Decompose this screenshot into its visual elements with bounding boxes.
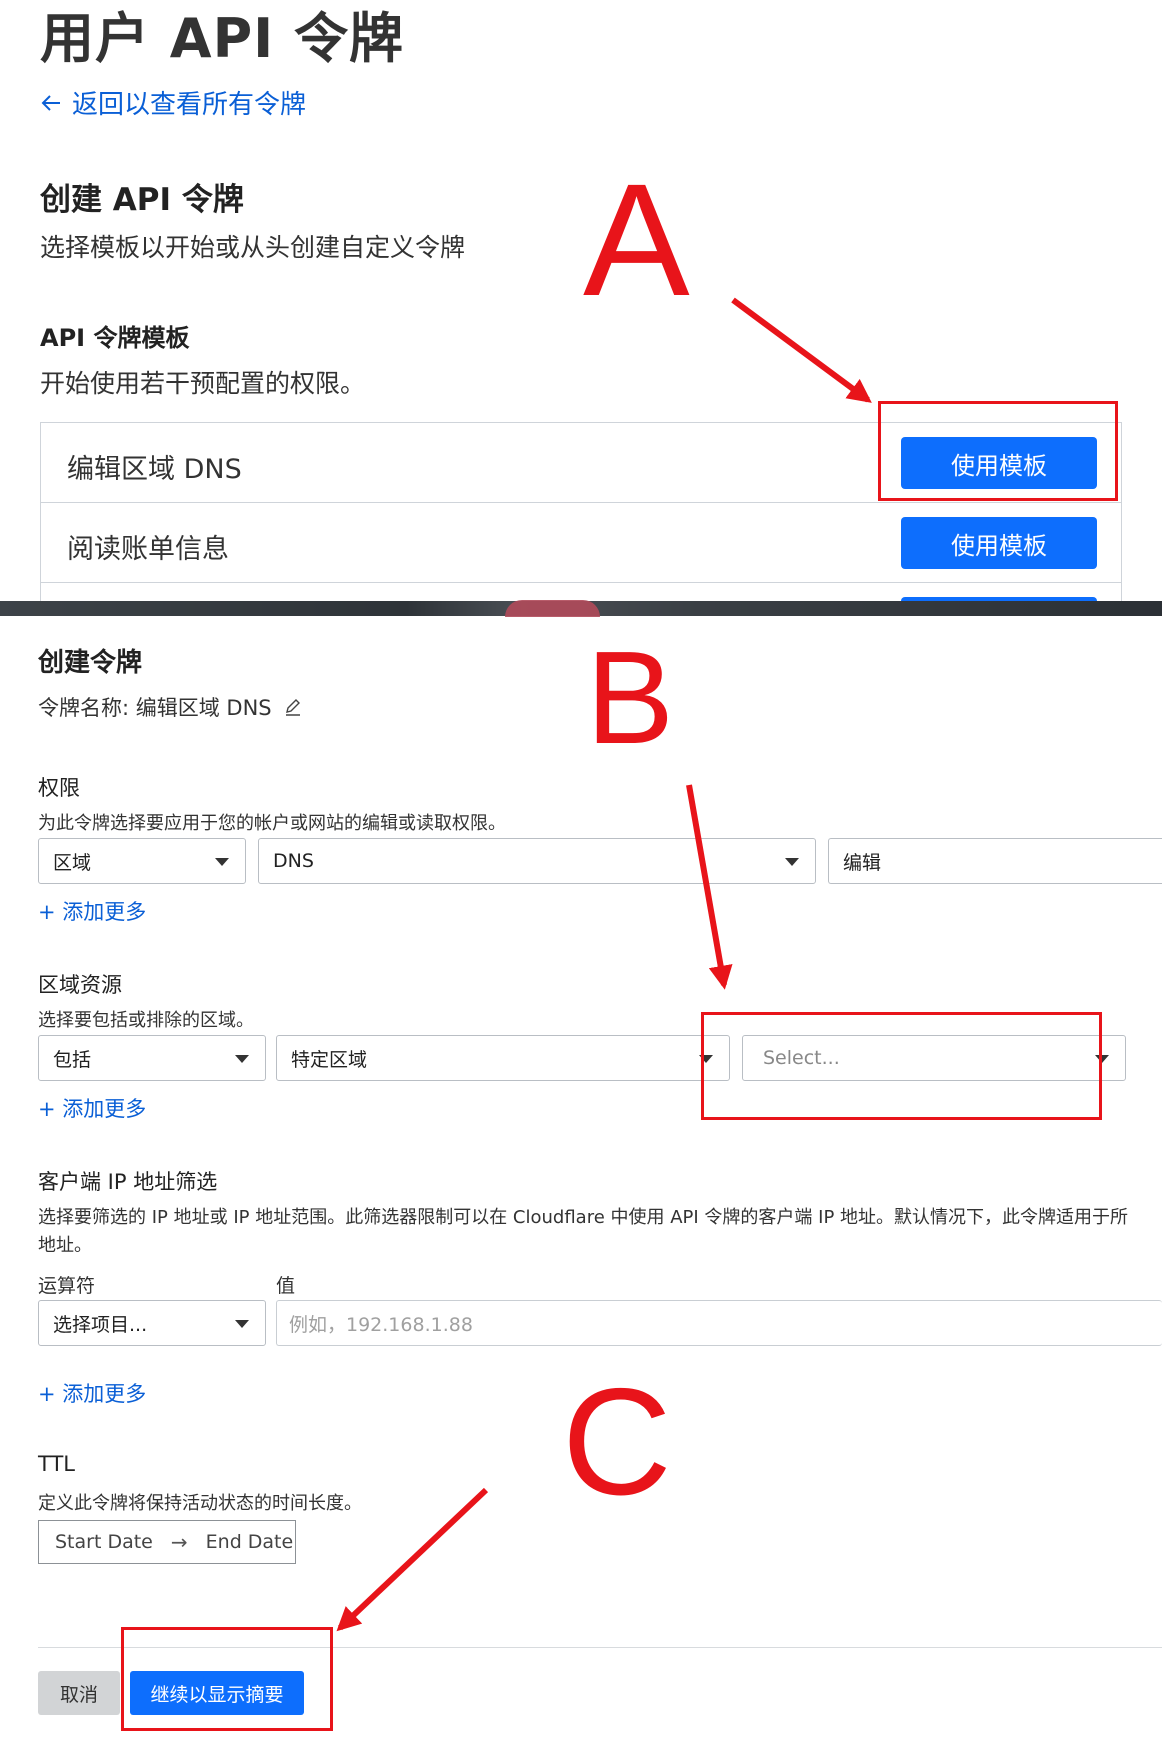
annotation-arrow-a [731,297,872,403]
add-zone-resource-link[interactable]: + 添加更多 [38,1093,146,1123]
annotation-box-use-template [878,401,1118,501]
zone-type-select[interactable]: 特定区域 [276,1035,730,1081]
back-link-label: 返回以查看所有令牌 [72,90,307,120]
annotation-arrow-b [686,784,733,990]
permission-resource-select[interactable]: DNS [258,838,816,884]
ip-operator-select[interactable]: 选择项目... [38,1300,266,1346]
template-row: 阅读账单信息 使用模板 [41,503,1121,583]
permission-scope-select[interactable]: 区域 [38,838,246,884]
chevron-down-icon [235,1055,249,1063]
annotation-letter-c: C [562,1357,672,1527]
annotation-box-zone-select [701,1012,1102,1120]
templates-heading: API 令牌模板 [40,324,190,352]
ttl-date-range-picker[interactable]: Start Date → End Date [38,1520,296,1564]
template-name: 阅读账单信息 [67,534,229,565]
start-date-field[interactable]: Start Date [55,1531,153,1553]
token-name-text: 令牌名称: 编辑区域 DNS [38,696,272,720]
use-template-button[interactable]: 使用模板 [901,517,1097,569]
create-token-subtitle: 选择模板以开始或从头创建自定义令牌 [40,233,466,262]
permission-scope-value: 区域 [53,851,92,874]
ip-operator-placeholder: 选择项目... [53,1313,148,1336]
permission-access-select[interactable]: 编辑 [828,838,1162,884]
add-ip-filter-link[interactable]: + 添加更多 [38,1378,146,1408]
ttl-description: 定义此令牌将保持活动状态的时间长度。 [38,1493,362,1514]
edit-pencil-icon[interactable] [284,698,302,716]
annotation-box-continue [121,1627,333,1731]
divider-artwork [505,600,600,617]
annotation-letter-a: A [583,150,690,329]
ttl-label: TTL [38,1452,75,1476]
zone-include-select[interactable]: 包括 [38,1035,266,1081]
permission-resource-value: DNS [273,850,314,872]
value-label: 值 [276,1275,296,1297]
chevron-down-icon [215,858,229,866]
permission-access-value: 编辑 [843,851,882,874]
cancel-button[interactable]: 取消 [38,1671,120,1715]
add-permission-link[interactable]: + 添加更多 [38,896,146,926]
end-date-field[interactable]: End Date [206,1531,294,1553]
ip-value-input[interactable]: 例如，192.168.1.88 [276,1300,1162,1346]
ip-filter-label: 客户端 IP 地址筛选 [38,1170,218,1194]
annotation-letter-b: B [586,624,675,771]
token-name-line: 令牌名称: 编辑区域 DNS [38,692,302,722]
ip-value-placeholder: 例如，192.168.1.88 [289,1313,473,1336]
ip-filter-description: 选择要筛选的 IP 地址或 IP 地址范围。此筛选器限制可以在 Cloudfla… [38,1207,1129,1228]
arrow-right-icon: → [170,1530,188,1554]
create-token-title: 创建令牌 [38,648,143,678]
zone-type-value: 特定区域 [291,1048,368,1071]
zone-resources-label: 区域资源 [38,973,122,997]
template-name: 编辑区域 DNS [67,454,242,485]
chevron-down-icon [235,1320,249,1328]
arrow-left-icon [41,94,60,111]
create-token-heading: 创建 API 令牌 [40,182,244,218]
zone-resources-description: 选择要包括或排除的区域。 [38,1010,254,1031]
templates-subtitle: 开始使用若干预配置的权限。 [40,369,366,398]
operator-label: 运算符 [38,1275,96,1297]
zone-include-value: 包括 [53,1048,92,1071]
permissions-description: 为此令牌选择要应用于您的帐户或网站的编辑或读取权限。 [38,813,506,834]
permissions-label: 权限 [38,776,80,800]
ip-filter-description-cont: 地址。 [38,1235,92,1256]
back-to-tokens-link[interactable]: 返回以查看所有令牌 [40,84,306,121]
chevron-down-icon [785,858,799,866]
page-title: 用户 API 令牌 [40,7,405,70]
